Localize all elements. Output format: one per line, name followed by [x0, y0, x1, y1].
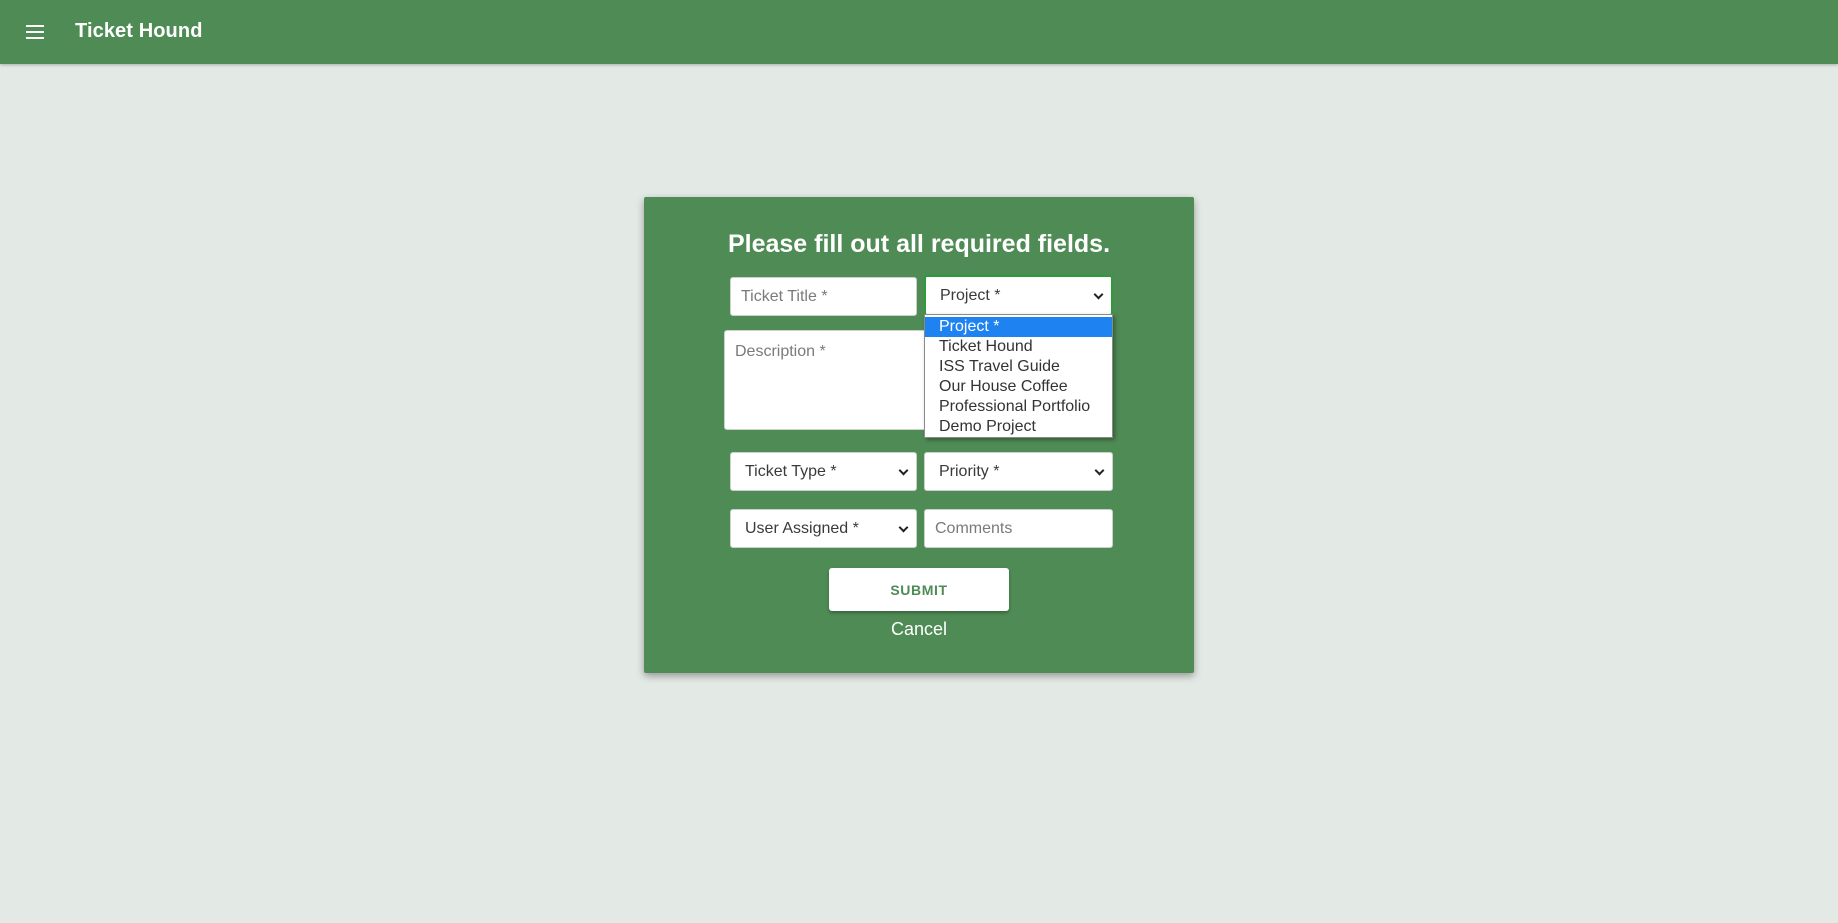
project-option[interactable]: Our House Coffee [925, 377, 1112, 397]
new-ticket-form-card: Please fill out all required fields. Pro… [644, 197, 1194, 673]
chevron-down-icon [898, 465, 909, 476]
project-select[interactable]: Project * [924, 275, 1113, 316]
chevron-down-icon [898, 522, 909, 533]
project-dropdown-list: Project * Ticket Hound ISS Travel Guide … [924, 314, 1113, 438]
cancel-link-label[interactable]: Cancel [891, 619, 947, 639]
chevron-down-icon [1093, 289, 1104, 300]
hamburger-menu-icon[interactable] [20, 18, 50, 46]
cancel-link[interactable]: Cancel [644, 619, 1194, 640]
project-option[interactable]: Project * [925, 317, 1112, 337]
ticket-type-select-value: Ticket Type * [745, 462, 837, 480]
ticket-title-input[interactable] [730, 277, 917, 316]
app-title: Ticket Hound [75, 20, 203, 42]
user-assigned-select[interactable]: User Assigned * [730, 509, 917, 548]
comments-input[interactable] [924, 509, 1113, 548]
user-assigned-select-value: User Assigned * [745, 519, 859, 537]
priority-select-value: Priority * [939, 462, 1000, 480]
ticket-type-select[interactable]: Ticket Type * [730, 452, 917, 491]
project-option[interactable]: Ticket Hound [925, 337, 1112, 357]
chevron-down-icon [1094, 465, 1105, 476]
project-select-value: Project * [940, 286, 1001, 304]
project-option[interactable]: Demo Project [925, 417, 1112, 437]
app-bar: Ticket Hound [0, 0, 1838, 64]
project-option[interactable]: Professional Portfolio [925, 397, 1112, 417]
priority-select[interactable]: Priority * [924, 452, 1113, 491]
submit-button[interactable]: SUBMIT [829, 568, 1009, 611]
project-option[interactable]: ISS Travel Guide [925, 357, 1112, 377]
form-heading: Please fill out all required fields. [727, 230, 1111, 258]
